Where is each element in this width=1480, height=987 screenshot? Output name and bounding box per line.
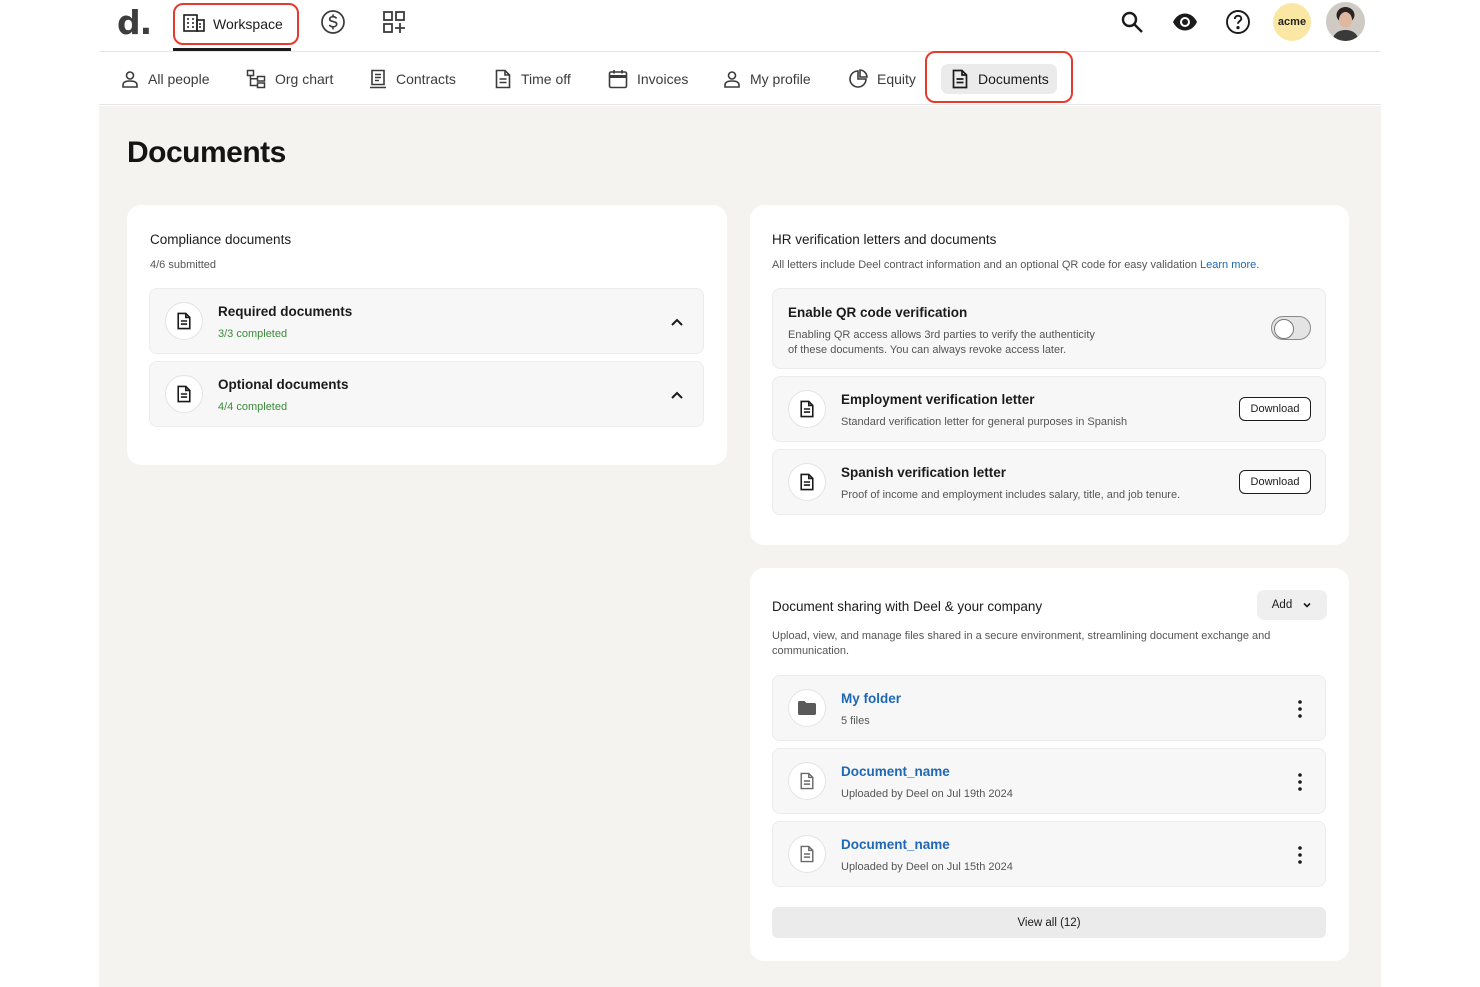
item-title: Optional documents (218, 377, 349, 392)
download-button[interactable]: Download (1239, 397, 1311, 421)
secondary-nav: All people Org chart Contracts Time off … (99, 51, 1381, 105)
dollar-icon[interactable] (319, 8, 347, 36)
help-icon[interactable] (1224, 8, 1252, 36)
add-label: Add (1271, 599, 1293, 611)
tab-all-people[interactable]: All people (121, 67, 210, 91)
document-icon (788, 463, 826, 501)
required-documents-row[interactable]: Required documents 3/3 completed (149, 288, 704, 354)
download-button[interactable]: Download (1239, 470, 1311, 494)
chevron-up-icon[interactable] (669, 314, 685, 330)
sharing-title: Document sharing with Deel & your compan… (772, 599, 1043, 614)
qr-title: Enable QR code verification (788, 305, 968, 320)
person-icon (724, 71, 740, 88)
workspace-label: Workspace (213, 16, 283, 32)
item-description: Proof of income and employment includes … (841, 489, 1181, 501)
tab-invoices[interactable]: Invoices (608, 67, 688, 91)
document-icon (165, 375, 203, 413)
qr-description: Enabling QR access allows 3rd parties to… (788, 328, 1095, 358)
avatar[interactable] (1326, 2, 1365, 41)
file-name[interactable]: My folder (841, 691, 901, 706)
qr-description-line: Enabling QR access allows 3rd parties to… (788, 329, 1095, 341)
add-button[interactable]: Add (1257, 590, 1327, 620)
item-title: Spanish verification letter (841, 465, 1007, 480)
sharing-description-line: Upload, view, and manage files shared in… (772, 630, 1271, 642)
tab-contracts[interactable]: Contracts (369, 67, 456, 91)
tab-documents[interactable]: Documents (941, 64, 1057, 94)
list-item[interactable]: My folder 5 files (772, 675, 1326, 741)
document-icon (952, 69, 968, 89)
tab-label: Contracts (396, 71, 456, 87)
document-icon (788, 835, 826, 873)
workspace-button[interactable]: Workspace (173, 3, 299, 45)
file-meta: Uploaded by Deel on Jul 15th 2024 (841, 861, 1013, 873)
view-all-button[interactable]: View all (12) (772, 907, 1326, 938)
more-options-icon[interactable] (1297, 773, 1303, 791)
tab-org-chart[interactable]: Org chart (246, 67, 333, 91)
search-icon[interactable] (1118, 8, 1146, 36)
hr-title: HR verification letters and documents (772, 232, 997, 247)
compliance-title: Compliance documents (150, 232, 292, 247)
qr-description-line: of these documents. You can always revok… (788, 344, 1067, 356)
tab-label: All people (148, 71, 210, 87)
pie-chart-icon (849, 69, 868, 88)
file-name[interactable]: Document_name (841, 837, 950, 852)
page-title: Documents (127, 136, 286, 169)
item-title: Employment verification letter (841, 392, 1035, 407)
qr-toggle[interactable] (1271, 316, 1311, 340)
tab-label: Documents (978, 71, 1049, 87)
folder-icon (788, 689, 826, 727)
person-icon (122, 71, 138, 88)
file-meta: Uploaded by Deel on Jul 19th 2024 (841, 788, 1013, 800)
document-icon (788, 390, 826, 428)
file-meta: 5 files (841, 715, 870, 727)
spanish-letter-row: Spanish verification letter Proof of inc… (772, 449, 1326, 515)
apps-grid-icon[interactable] (380, 8, 408, 36)
tab-equity[interactable]: Equity (848, 67, 916, 91)
app-frame: d. Workspace acme All people Org chart C… (99, 0, 1381, 987)
learn-more-link[interactable]: Learn more. (1200, 259, 1259, 271)
file-name[interactable]: Document_name (841, 764, 950, 779)
sharing-description: Upload, view, and manage files shared in… (772, 629, 1270, 659)
more-options-icon[interactable] (1297, 700, 1303, 718)
eye-icon[interactable] (1171, 8, 1199, 36)
calendar-icon (608, 70, 628, 89)
hr-verification-card: HR verification letters and documents Al… (750, 205, 1349, 545)
hr-subtitle: All letters include Deel contract inform… (772, 258, 1259, 273)
document-icon (165, 302, 203, 340)
item-status: 3/3 completed (218, 328, 288, 340)
tab-label: My profile (750, 71, 811, 87)
item-title: Required documents (218, 304, 353, 319)
deel-logo[interactable]: d. (117, 3, 152, 42)
tab-label: Invoices (637, 71, 689, 87)
workspace-active-indicator (173, 48, 291, 51)
tab-my-profile[interactable]: My profile (723, 67, 811, 91)
more-options-icon[interactable] (1297, 846, 1303, 864)
company-logo[interactable]: acme (1273, 3, 1311, 41)
tab-label: Equity (877, 71, 916, 87)
optional-documents-row[interactable]: Optional documents 4/4 completed (149, 361, 704, 427)
top-bar: d. Workspace acme (99, 0, 1381, 52)
qr-verification-row: Enable QR code verification Enabling QR … (772, 288, 1326, 369)
org-chart-icon (246, 69, 266, 89)
tab-label: Time off (521, 71, 571, 87)
document-icon (495, 69, 511, 89)
main-content: Documents Compliance documents 4/6 submi… (99, 106, 1381, 987)
compliance-subtitle: 4/6 submitted (150, 259, 217, 271)
employment-letter-row: Employment verification letter Standard … (772, 376, 1326, 442)
tab-label: Org chart (275, 71, 334, 87)
tab-time-off[interactable]: Time off (494, 67, 571, 91)
compliance-card: Compliance documents 4/6 submitted Requi… (127, 205, 727, 465)
document-icon (788, 762, 826, 800)
hr-subtitle-text: All letters include Deel contract inform… (772, 259, 1197, 271)
chevron-up-icon[interactable] (669, 387, 685, 403)
list-item[interactable]: Document_name Uploaded by Deel on Jul 19… (772, 748, 1326, 814)
building-icon (183, 13, 205, 36)
sharing-description-line: communication. (772, 645, 850, 657)
item-status: 4/4 completed (218, 401, 288, 413)
chevron-down-icon (1303, 602, 1311, 608)
list-item[interactable]: Document_name Uploaded by Deel on Jul 15… (772, 821, 1326, 887)
contract-icon (370, 69, 386, 89)
item-description: Standard verification letter for general… (841, 416, 1128, 428)
document-sharing-card: Document sharing with Deel & your compan… (750, 568, 1349, 961)
